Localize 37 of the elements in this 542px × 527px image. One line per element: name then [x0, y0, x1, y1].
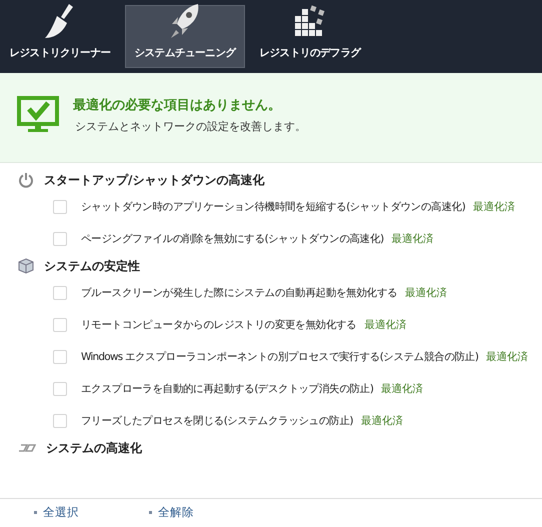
option-label: リモートコンピュータからのレジストリの変更を無効化する: [81, 318, 356, 332]
group-title: システムの安定性: [44, 258, 140, 274]
link[interactable]: 全選択: [43, 505, 79, 520]
status-label: 最適化済: [364, 318, 406, 332]
option-label: フリーズしたプロセスを閉じる(システムクラッシュの防止): [81, 414, 353, 428]
checkbox[interactable]: [53, 232, 67, 246]
bullet-icon: [34, 511, 37, 514]
bullet-icon: [149, 511, 152, 514]
group-title: スタートアップ/シャットダウンの高速化: [44, 172, 264, 188]
power-icon: [18, 172, 34, 188]
status-label: 最適化済: [486, 350, 528, 364]
status-description: システムとネットワークの設定を改善します。: [74, 119, 306, 134]
group-title: システムの高速化: [46, 440, 142, 456]
checkbox[interactable]: [53, 350, 67, 364]
cube-icon: [18, 258, 34, 274]
checkbox[interactable]: [53, 286, 67, 300]
speed-icon: [18, 443, 36, 453]
option-label: エクスプローラを自動的に再起動する(デスクトップ消失の防止): [81, 382, 374, 396]
tab[interactable]: レジストリクリーナー: [0, 5, 120, 68]
option-label: Windows エクスプローラコンポーネントの別プロセスで実行する(システム競合の防止): [81, 350, 478, 364]
checkbox[interactable]: [53, 200, 67, 214]
status-label: 最適化済: [473, 200, 515, 214]
tab[interactable]: レジストリのデフラグ: [250, 5, 370, 68]
status-label: 最適化済: [405, 286, 448, 300]
checkbox[interactable]: [53, 318, 67, 332]
link[interactable]: 全解除: [158, 505, 194, 520]
tab[interactable]: システムチューニング: [125, 5, 245, 68]
checkbox[interactable]: [53, 414, 67, 428]
status-label: 最適化済: [360, 414, 403, 428]
checkbox[interactable]: [53, 382, 67, 396]
option-label: シャットダウン時のアプリケーション待機時間を短縮する(シャットダウンの高速化): [81, 200, 465, 214]
status-title: 最適化の必要な項目はありません。: [73, 96, 282, 114]
option-label: ブルースクリーンが発生した際にシステムの自動再起動を無効化する: [81, 286, 398, 300]
option-label: ページングファイルの削除を無効にする(シャットダウンの高速化): [81, 232, 384, 246]
monitor-check-icon: [17, 96, 59, 134]
status-label: 最適化済: [381, 382, 424, 396]
status-label: 最適化済: [391, 232, 434, 246]
